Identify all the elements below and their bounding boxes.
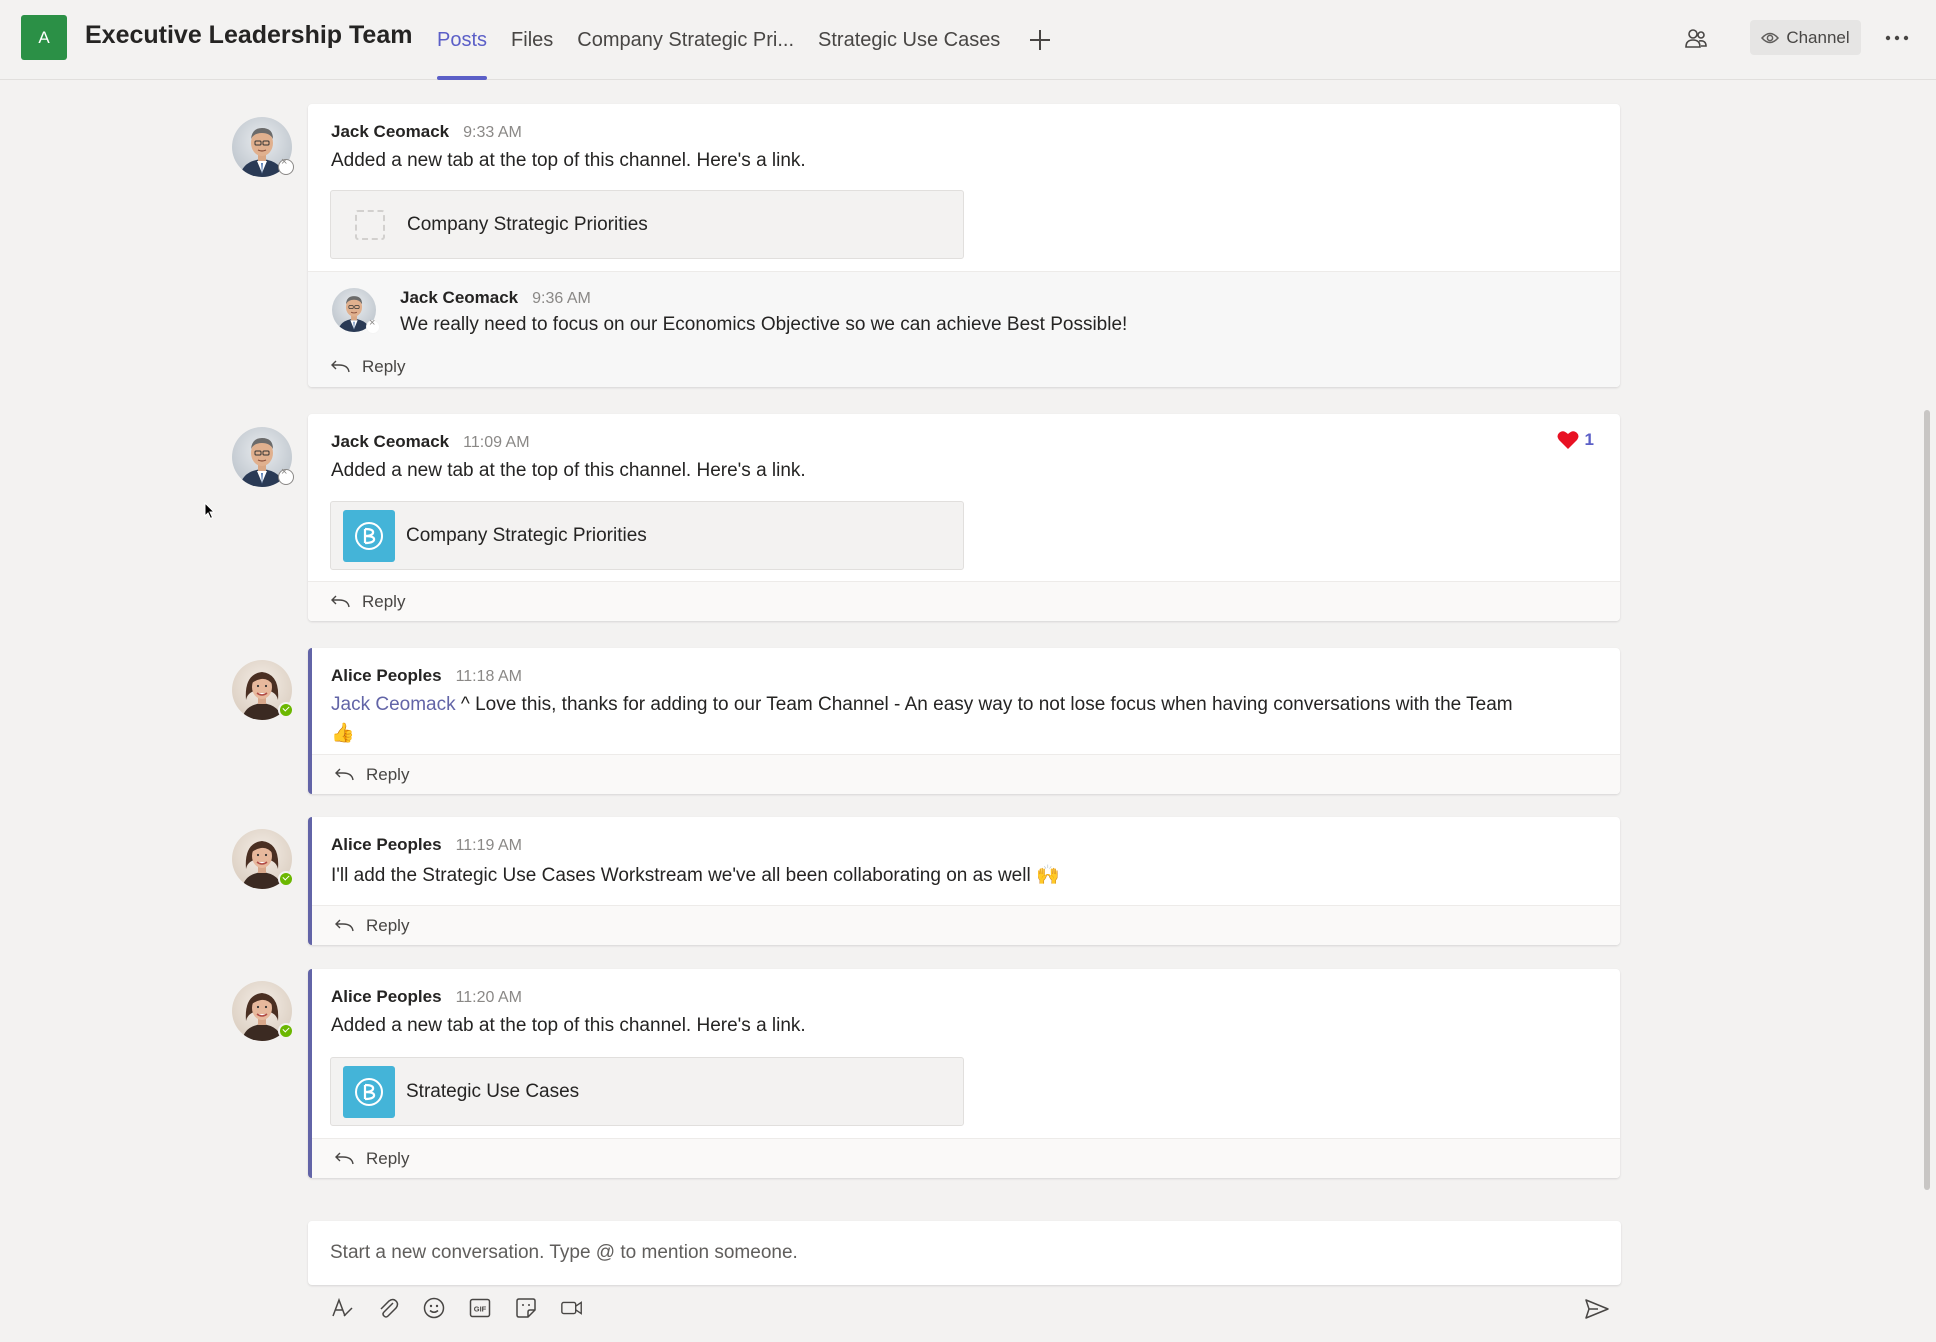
message-timestamp: 11:18 AM (455, 668, 522, 685)
presence-away-icon (366, 317, 380, 334)
more-options-icon[interactable] (1882, 26, 1912, 50)
message-card: Jack Ceomack 9:33 AM Added a new tab at … (308, 104, 1620, 387)
tab-link-card[interactable]: Strategic Use Cases (330, 1057, 964, 1126)
message-card: Alice Peoples 11:18 AM Jack Ceomack ^ Lo… (308, 648, 1620, 794)
message-timestamp: 11:09 AM (463, 434, 530, 451)
attach-icon[interactable] (376, 1296, 400, 1320)
message-author[interactable]: Jack Ceomack (331, 432, 449, 452)
thumbs-up-emoji: 👍 (331, 723, 355, 744)
link-card-title: Company Strategic Priorities (406, 524, 647, 546)
message-text: Jack Ceomack ^ Love this, thanks for add… (331, 690, 1590, 748)
presence-away-icon (278, 156, 294, 175)
add-tab-icon[interactable] (1026, 26, 1054, 54)
avatar[interactable] (232, 981, 294, 1041)
presence-away-icon (278, 466, 294, 485)
message-text: Added a new tab at the top of this chann… (331, 150, 806, 171)
reply-arrow-icon (335, 1152, 354, 1164)
sticker-icon[interactable] (514, 1296, 538, 1320)
tab-files[interactable]: Files (511, 0, 553, 80)
gif-label: GIF (474, 1305, 487, 1314)
reply-button[interactable]: Reply (312, 754, 1620, 794)
scrollbar[interactable] (1924, 410, 1930, 1190)
heart-icon (1557, 431, 1579, 449)
mouse-cursor-icon (204, 501, 216, 525)
team-title: Executive Leadership Team (85, 21, 413, 49)
message-text: Added a new tab at the top of this chann… (331, 1015, 806, 1036)
channel-info-button[interactable]: Channel (1750, 20, 1861, 55)
message-text: Added a new tab at the top of this chann… (331, 460, 806, 481)
tab-company-strategic-priorities[interactable]: Company Strategic Pri... (577, 0, 794, 80)
message-author[interactable]: Alice Peoples (331, 835, 442, 855)
app-brand-icon (343, 1065, 395, 1118)
tab-link-card[interactable]: Company Strategic Priorities (330, 501, 964, 570)
tab-posts[interactable]: Posts (437, 0, 488, 80)
mention-link[interactable]: Jack Ceomack (331, 694, 456, 715)
message-author[interactable]: Alice Peoples (331, 666, 442, 686)
reply-label: Reply (366, 915, 410, 935)
message-timestamp: 9:33 AM (463, 124, 522, 141)
tab-link-card[interactable]: Company Strategic Priorities (330, 190, 964, 259)
reply-arrow-icon (331, 360, 350, 373)
avatar[interactable] (232, 427, 294, 487)
avatar[interactable] (232, 660, 294, 720)
format-icon[interactable] (330, 1296, 354, 1320)
message-text-content: ^ Love this, thanks for adding to our Te… (455, 694, 1513, 715)
avatar[interactable] (232, 829, 294, 889)
message-author[interactable]: Alice Peoples (331, 987, 442, 1007)
tab-strategic-use-cases[interactable]: Strategic Use Cases (818, 0, 1000, 80)
people-icon[interactable] (1682, 25, 1710, 53)
reply-timestamp: 9:36 AM (532, 290, 591, 307)
tab-bar: Posts Files Company Strategic Pri... Str… (437, 0, 1054, 80)
reply-arrow-icon (335, 768, 354, 780)
reply-arrow-icon (331, 595, 350, 607)
reply-button[interactable]: Reply (308, 347, 1620, 387)
reply-arrow-icon (335, 919, 354, 931)
team-avatar[interactable]: A (21, 15, 67, 60)
send-icon[interactable] (1584, 1296, 1610, 1322)
reply-thread: Jack Ceomack 9:36 AM We really need to f… (308, 271, 1620, 387)
message-text: I'll add the Strategic Use Cases Workstr… (331, 863, 1060, 887)
link-card-title: Company Strategic Priorities (407, 213, 648, 235)
placeholder-icon (355, 209, 385, 240)
reply-text: We really need to focus on our Economics… (400, 314, 1128, 335)
reply-button[interactable]: Reply (312, 1138, 1620, 1178)
message-text-content: I'll add the Strategic Use Cases Workstr… (331, 865, 1036, 886)
reply-button[interactable]: Reply (312, 905, 1620, 945)
channel-button-label: Channel (1786, 27, 1850, 47)
channel-header: A Executive Leadership Team Posts Files … (0, 0, 1936, 80)
link-card-title: Strategic Use Cases (406, 1080, 580, 1102)
avatar[interactable] (232, 117, 294, 177)
compose-box[interactable] (308, 1221, 1621, 1285)
reply-label: Reply (366, 764, 410, 784)
reaction-heart[interactable]: 1 (1557, 430, 1594, 450)
meet-now-icon[interactable] (560, 1296, 584, 1320)
message-timestamp: 11:20 AM (455, 989, 522, 1006)
raised-hands-emoji: 🙌 (1035, 865, 1060, 886)
message-card: Alice Peoples 11:20 AM Added a new tab a… (308, 969, 1620, 1178)
eye-icon (1761, 32, 1780, 43)
reaction-count: 1 (1584, 430, 1594, 449)
emoji-icon[interactable] (422, 1296, 446, 1320)
gif-icon[interactable]: GIF (468, 1296, 492, 1320)
avatar[interactable] (332, 288, 380, 334)
presence-available-icon (278, 1023, 294, 1039)
app-brand-icon (343, 509, 395, 562)
compose-toolbar: GIF (330, 1296, 606, 1320)
reply-author[interactable]: Jack Ceomack (400, 288, 518, 308)
message-card: Alice Peoples 11:19 AM I'll add the Stra… (308, 817, 1620, 945)
reply-label: Reply (362, 357, 406, 376)
message-author[interactable]: Jack Ceomack (331, 122, 449, 142)
reply-label: Reply (366, 1148, 410, 1168)
reply-button[interactable]: Reply (308, 581, 1620, 621)
presence-available-icon (278, 871, 294, 887)
message-card: Jack Ceomack 11:09 AM Added a new tab at… (308, 414, 1620, 621)
presence-available-icon (278, 702, 294, 718)
reply-label: Reply (362, 591, 406, 611)
new-conversation-input[interactable] (330, 1242, 1621, 1264)
message-timestamp: 11:19 AM (455, 837, 522, 854)
